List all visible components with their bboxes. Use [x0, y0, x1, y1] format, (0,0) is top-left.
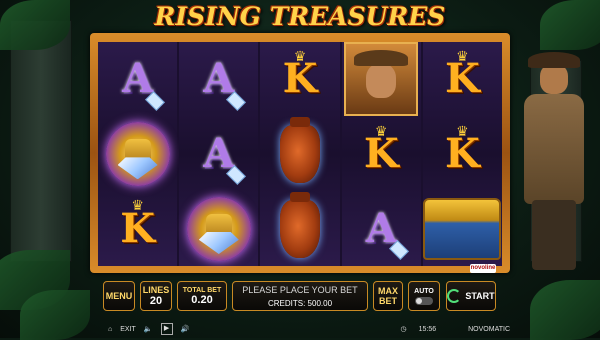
clock-icon: ◷ [400, 326, 407, 333]
crown-icon: ♛ [374, 122, 388, 139]
symbol-letter-k: K [282, 55, 318, 103]
symbol-k: K ♛ [98, 191, 177, 266]
start-button[interactable]: START [446, 281, 496, 311]
symbol-vase [260, 191, 339, 266]
exit-button[interactable]: EXIT [120, 326, 136, 333]
symbol-k: K ♛ [342, 117, 421, 192]
credits-display: CREDITS: 500.00 [233, 299, 367, 308]
symbol-k: K ♛ [423, 117, 502, 192]
total-bet-label: TOTAL BET [182, 286, 222, 294]
gem-icon [226, 165, 247, 186]
reel-3: K ♛ [260, 42, 340, 266]
auto-toggle[interactable]: AUTO [408, 281, 440, 311]
symbol-vase [260, 117, 339, 192]
symbol-letter-k: K [120, 204, 155, 252]
exit-label: EXIT [120, 325, 136, 333]
credits-value: 500.00 [307, 299, 333, 308]
vase-icon [280, 191, 320, 258]
max-bet-label-2: BET [379, 296, 397, 306]
reel-2: AA [179, 42, 259, 266]
time-display: 15:56 [418, 325, 437, 333]
lines-selector[interactable]: LINES 20 [140, 281, 172, 311]
game-logo: RISING TREASURES [154, 2, 446, 31]
symbol-k: K ♛ [260, 42, 339, 117]
symbol-letter-a: A [365, 204, 397, 252]
crown-icon: ♛ [131, 197, 144, 214]
symbol-letter-a: A [203, 130, 235, 177]
provider-logo: NOVOMATIC [468, 326, 510, 333]
reel-1: A K ♛ [98, 42, 178, 266]
symbol-chest [423, 191, 502, 266]
crown-icon: ♛ [293, 48, 307, 64]
symbol-k: K ♛ [423, 42, 502, 117]
jungle-leaf [530, 280, 600, 340]
bet-message: PLEASE PLACE YOUR BET [242, 285, 358, 295]
symbol-a: A [342, 191, 421, 266]
symbol-letter-a: A [203, 55, 235, 103]
auto-label: AUTO [414, 287, 434, 295]
symbol-letter-k: K [363, 130, 399, 177]
symbol-idol [179, 191, 258, 266]
spin-icon [447, 289, 462, 303]
novoline-badge: novoline [470, 264, 496, 273]
reels-grid: A K ♛ A A K ♛ K ♛ A K ♛ K ♛ [98, 42, 503, 266]
menu-button[interactable]: MENU [103, 281, 135, 311]
total-bet-selector[interactable]: TOTAL BET 0.20 [177, 281, 227, 311]
max-bet-button[interactable]: MAX BET [373, 281, 403, 311]
jungle-leaf [0, 0, 70, 50]
symbol-idol [98, 117, 177, 192]
max-bet-label-1: MAX [378, 286, 398, 296]
auto-switch[interactable] [415, 296, 433, 305]
speaker-icon: ▶ [160, 323, 173, 335]
bottom-bar: ⌂ EXIT 🔈 ▶ 🔊 ◷ 15:56 NOVOMATIC [90, 322, 510, 336]
home-button[interactable]: ⌂ [108, 326, 112, 333]
home-icon: ⌂ [108, 325, 113, 333]
total-bet-value: 0.20 [191, 293, 213, 306]
vase-icon [280, 117, 320, 183]
speaker-high-icon: 🔊 [180, 326, 190, 333]
sound-mid-button[interactable]: ▶ [160, 323, 173, 335]
symbol-a: A [179, 42, 258, 117]
treasure-chest-icon [423, 197, 502, 260]
credits-label: CREDITS: [267, 299, 306, 308]
explorer-portrait-icon [344, 42, 419, 117]
symbol-hero [342, 42, 421, 117]
menu-label: MENU [105, 291, 133, 301]
jungle-leaf [20, 290, 90, 340]
clock: ◷ 15:56 [400, 325, 437, 334]
lines-label: LINES [142, 285, 170, 295]
symbol-letter-a: A [122, 55, 154, 103]
temple-pillar-left [10, 20, 72, 262]
reel-4: K ♛ A [341, 42, 421, 266]
sound-high-button[interactable]: 🔊 [181, 325, 190, 333]
symbol-letter-k: K [445, 55, 480, 103]
message-panel: PLEASE PLACE YOUR BET CREDITS: 500.00 [232, 281, 368, 311]
provider-name: NOVOMATIC [468, 325, 510, 333]
crown-icon: ♛ [456, 122, 469, 139]
crown-icon: ♛ [456, 48, 469, 64]
start-label: START [465, 291, 495, 301]
speaker-low-icon: 🔈 [143, 326, 153, 333]
symbol-letter-k: K [445, 130, 480, 177]
sound-low-button[interactable]: 🔈 [144, 325, 153, 333]
symbol-a: A [98, 42, 177, 117]
lines-value: 20 [149, 295, 163, 307]
reel-5: K ♛ K ♛ [422, 42, 503, 266]
explorer-character [514, 40, 594, 280]
symbol-a: A [179, 117, 258, 192]
